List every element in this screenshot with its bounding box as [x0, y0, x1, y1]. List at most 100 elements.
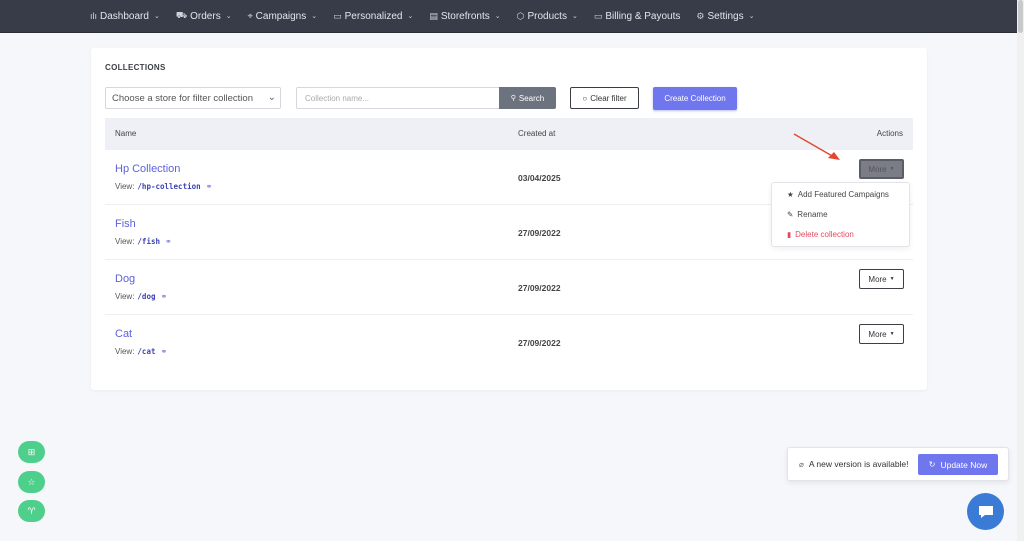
refresh-icon: ↻: [928, 460, 936, 469]
more-button[interactable]: More ▼: [859, 159, 904, 179]
view-label: View:: [115, 347, 135, 356]
more-button[interactable]: More ▼: [859, 269, 904, 289]
header-actions: Actions: [876, 129, 903, 138]
scrollbar-thumb[interactable]: [1018, 0, 1023, 33]
collection-name-placeholder: Collection name...: [305, 93, 370, 103]
collection-view: View: /fish ⚭: [115, 237, 172, 246]
collection-path[interactable]: /fish: [137, 237, 160, 246]
link-icon[interactable]: ⚭: [160, 347, 167, 356]
collection-name-input[interactable]: Collection name...: [296, 87, 500, 109]
collection-name-link[interactable]: Cat: [115, 328, 132, 340]
nav-storefronts[interactable]: ▤ Storefronts ⌄: [429, 11, 500, 22]
link-icon[interactable]: ⚭: [165, 237, 172, 246]
view-label: View:: [115, 292, 135, 301]
store-icon: ▤: [429, 10, 438, 21]
menu-item-delete[interactable]: ▮ Delete collection: [787, 230, 854, 239]
page-title: COLLECTIONS: [105, 63, 166, 72]
collection-name-link[interactable]: Hp Collection: [115, 163, 180, 175]
created-date: 27/09/2022: [518, 338, 561, 348]
card-icon: ▭: [593, 10, 603, 21]
chevron-down-icon: ⌄: [153, 13, 160, 20]
star-icon: ★: [787, 190, 794, 199]
fab-grid-button[interactable]: ⊞: [18, 441, 45, 463]
table-row: Dog View: /dog ⚭ 27/09/2022 More ▼: [105, 261, 913, 315]
nav-personalized[interactable]: ▭ Personalized ⌄: [333, 11, 413, 22]
header-name: Name: [115, 129, 137, 138]
menu-item-label: Rename: [797, 210, 828, 219]
bar-chart-icon: ılı: [90, 11, 98, 21]
more-label: More: [868, 329, 887, 339]
nav-billing[interactable]: ▭ Billing & Payouts: [594, 11, 681, 22]
clear-filter-label: Clear filter: [590, 93, 627, 103]
refresh-icon: ○: [582, 93, 588, 103]
box-icon: ⬡: [516, 10, 525, 21]
sync-icon: ⌀: [799, 459, 804, 469]
more-dropdown-menu: ★ Add Featured Campaigns ✎ Rename ▮ Dele…: [771, 182, 910, 247]
toast-message: ⌀ A new version is available!: [799, 459, 909, 469]
chevron-down-icon: ⌄: [571, 13, 578, 20]
view-label: View:: [115, 237, 135, 246]
cart-icon: ⛟: [175, 10, 188, 20]
nav-label: Storefronts: [440, 10, 490, 22]
nav-orders[interactable]: ⛟ Orders ⌄: [176, 10, 232, 22]
gear-icon: ⚙: [696, 10, 705, 21]
more-label: More: [868, 274, 887, 284]
search-label: Search: [518, 93, 545, 103]
collection-view: View: /dog ⚭: [115, 292, 167, 301]
menu-item-label: Add Featured Campaigns: [797, 190, 889, 199]
nav-label: Settings: [707, 10, 744, 22]
nav-label: Orders: [190, 10, 221, 22]
update-now-label: Update Now: [940, 459, 988, 470]
update-now-button[interactable]: ↻ Update Now: [918, 454, 998, 475]
nav-label: Personalized: [344, 10, 403, 22]
nav-campaigns[interactable]: ⌖ Campaigns ⌄: [248, 11, 318, 22]
header-created: Created at: [518, 129, 556, 138]
nav-label: Billing & Payouts: [605, 10, 681, 22]
grid-icon: ⊞: [27, 446, 36, 457]
menu-item-rename[interactable]: ✎ Rename: [787, 210, 828, 219]
link-icon[interactable]: ⚭: [160, 292, 167, 301]
caret-down-icon: ▼: [889, 331, 895, 337]
trophy-icon: ♈: [27, 505, 36, 516]
collection-name-link[interactable]: Fish: [115, 218, 136, 230]
create-collection-label: Create Collection: [664, 94, 726, 103]
create-collection-button[interactable]: Create Collection: [653, 87, 737, 110]
chevron-down-icon: ⌄: [267, 92, 276, 103]
chevron-down-icon: ⌄: [225, 13, 232, 20]
fab-star-button[interactable]: ☆: [18, 471, 45, 493]
search-button[interactable]: ⚲ Search: [499, 87, 556, 109]
collection-path[interactable]: /cat: [137, 347, 155, 356]
collection-path[interactable]: /dog: [137, 292, 155, 301]
page-scrollbar[interactable]: [1017, 0, 1024, 541]
collection-path[interactable]: /hp-collection: [137, 182, 200, 191]
caret-down-icon: ▼: [889, 276, 895, 282]
nav-label: Campaigns: [255, 10, 307, 22]
collection-view: View: /cat ⚭: [115, 347, 167, 356]
pencil-icon: ✎: [787, 210, 794, 219]
trash-icon: ▮: [787, 230, 792, 239]
link-icon[interactable]: ⚭: [206, 182, 213, 191]
target-icon: ⌖: [247, 10, 253, 21]
fab-trophy-button[interactable]: ♈: [18, 500, 45, 522]
update-toast: ⌀ A new version is available! ↻ Update N…: [787, 447, 1009, 481]
menu-item-add-featured[interactable]: ★ Add Featured Campaigns: [787, 190, 889, 199]
table-row: Cat View: /cat ⚭ 27/09/2022 More ▼: [105, 316, 913, 370]
store-filter-select[interactable]: Choose a store for filter collection ⌄: [105, 87, 281, 109]
chevron-down-icon: ⌄: [311, 13, 318, 20]
chat-button[interactable]: [967, 493, 1004, 530]
chat-bubble-icon: [978, 505, 993, 518]
chevron-down-icon: ⌄: [407, 13, 414, 20]
toast-text: A new version is available!: [808, 459, 909, 469]
collection-name-link[interactable]: Dog: [115, 273, 135, 285]
clear-filter-button[interactable]: ○ Clear filter: [570, 87, 639, 109]
annotation-arrow-icon: [793, 133, 840, 160]
nav-products[interactable]: ⬡ Products ⌄: [517, 11, 578, 22]
message-icon: ▭: [333, 10, 342, 21]
more-label: More: [868, 164, 887, 174]
nav-settings[interactable]: ⚙ Settings ⌄: [696, 11, 754, 22]
nav-label: Dashboard: [100, 10, 149, 22]
chevron-down-icon: ⌄: [748, 13, 755, 20]
created-date: 27/09/2022: [518, 228, 561, 238]
nav-dashboard[interactable]: ılı Dashboard ⌄: [90, 11, 160, 22]
more-button[interactable]: More ▼: [859, 324, 904, 344]
